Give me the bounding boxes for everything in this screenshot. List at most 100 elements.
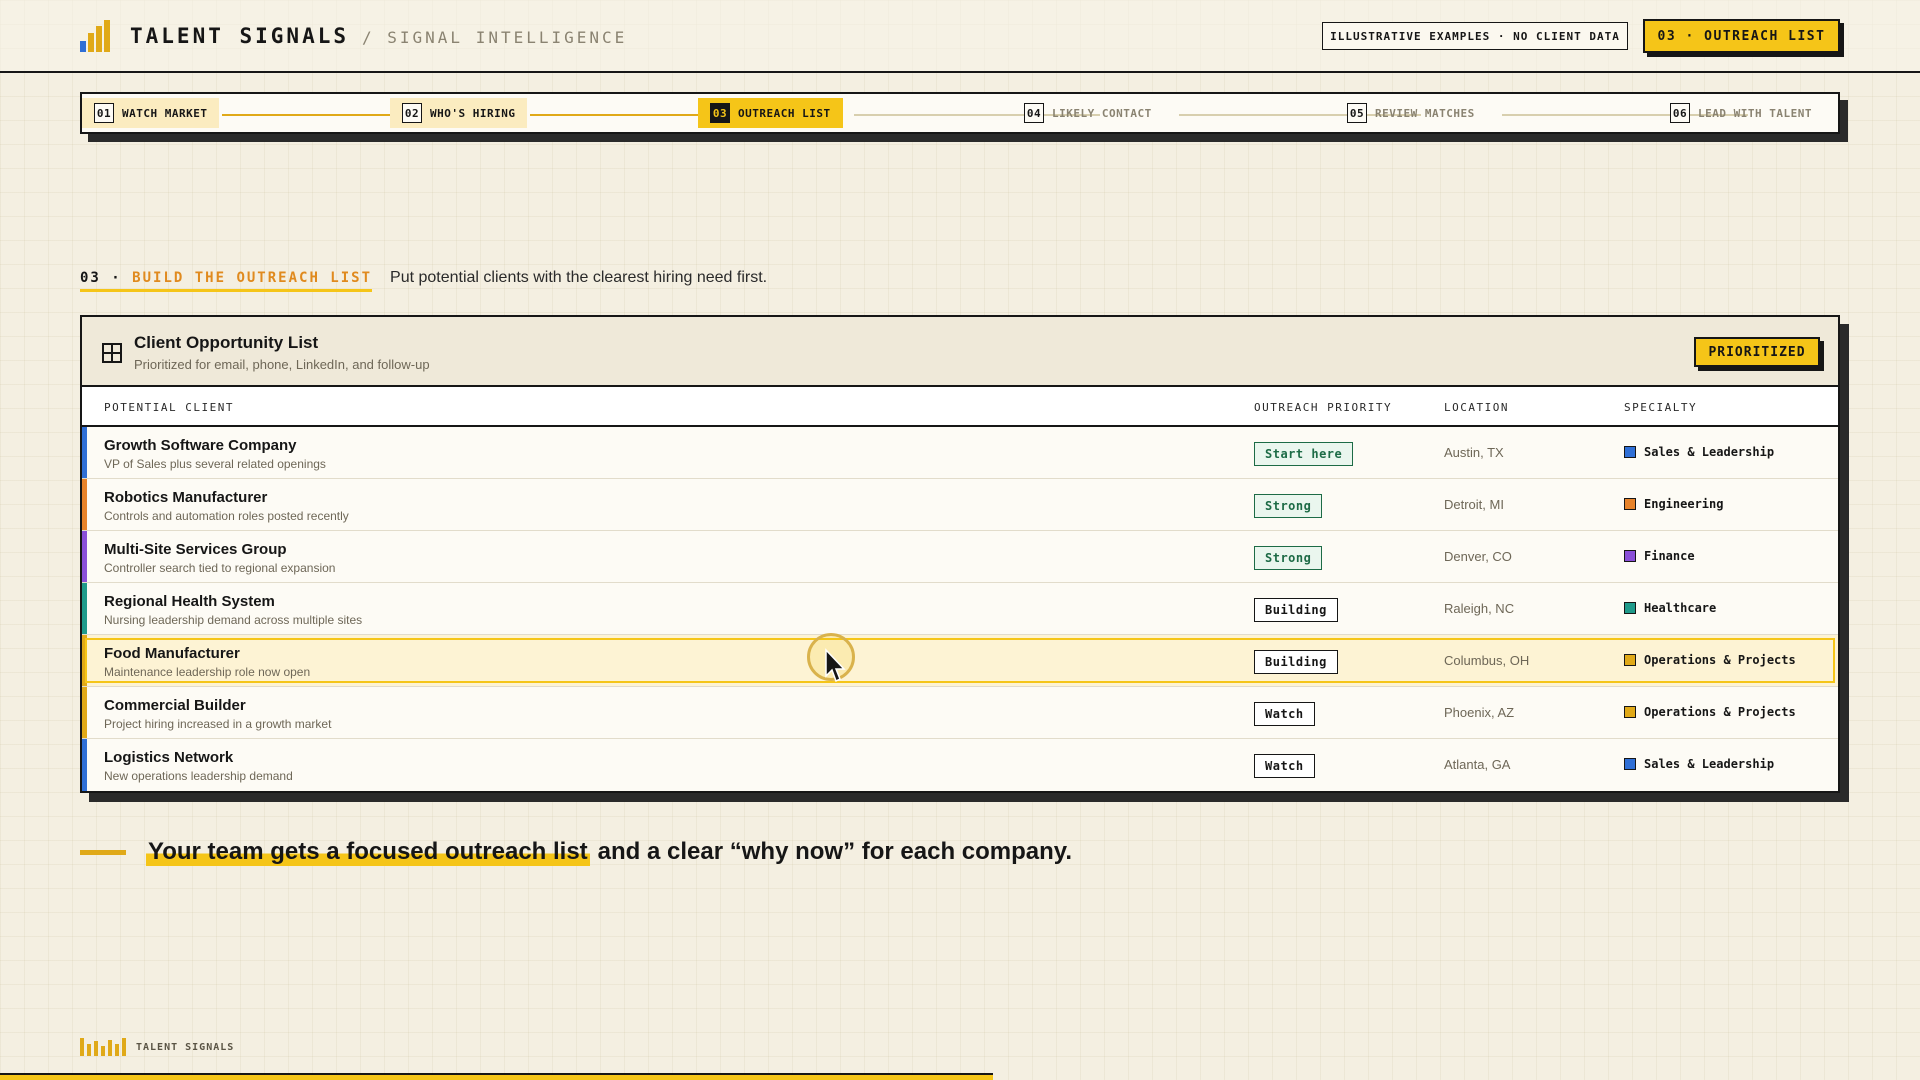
section-description: Put potential clients with the clearest … bbox=[390, 269, 768, 286]
disclaimer-badge: ILLUSTRATIVE EXAMPLES · NO CLIENT DATA bbox=[1322, 22, 1628, 50]
table-row[interactable]: Commercial Builder Project hiring increas… bbox=[82, 687, 1838, 739]
column-header-location[interactable]: LOCATION bbox=[1444, 401, 1509, 414]
section-index: 03 · bbox=[80, 270, 122, 286]
footer-brand: TALENT SIGNALS bbox=[80, 1038, 234, 1056]
client-note: Maintenance leadership role now open bbox=[104, 665, 311, 679]
section-tag: 03 · BUILD THE OUTREACH LIST bbox=[80, 270, 373, 292]
current-step-button[interactable]: 03 · OUTREACH LIST bbox=[1643, 19, 1840, 53]
brand-name: TALENT SIGNALS bbox=[130, 24, 350, 48]
table-row[interactable]: Food Manufacturer Maintenance leadership … bbox=[82, 635, 1838, 687]
priority-badge: Watch bbox=[1254, 702, 1315, 726]
page-progress-line bbox=[0, 1073, 993, 1080]
client-name: Food Manufacturer bbox=[104, 645, 240, 662]
specialty-swatch bbox=[1624, 706, 1636, 718]
client-location: Raleigh, NC bbox=[1444, 601, 1515, 616]
table-row[interactable]: Logistics Network New operations leadersh… bbox=[82, 739, 1838, 791]
specialty-swatch bbox=[1624, 446, 1636, 458]
row-color-bar bbox=[82, 427, 87, 478]
takeaway-text: and a clear “why now” for each company. bbox=[597, 838, 1073, 865]
specialty-tag: Operations & Projects bbox=[1624, 705, 1796, 719]
client-location: Detroit, MI bbox=[1444, 497, 1504, 512]
footer-logo-icon bbox=[80, 1038, 126, 1056]
step-label: WHO'S HIRING bbox=[430, 106, 516, 120]
step-likely-contact[interactable]: 04 LIKELY CONTACT bbox=[1012, 98, 1164, 128]
specialty-swatch bbox=[1624, 498, 1636, 510]
client-location: Columbus, OH bbox=[1444, 653, 1530, 668]
step-label: REVIEW MATCHES bbox=[1375, 106, 1475, 120]
column-header-priority[interactable]: OUTREACH PRIORITY bbox=[1254, 401, 1392, 414]
priority-badge: Start here bbox=[1254, 442, 1354, 466]
step-label: LEAD WITH TALENT bbox=[1698, 106, 1812, 120]
table-row[interactable]: Growth Software Company VP of Sales plus … bbox=[82, 427, 1838, 479]
priority-badge: Building bbox=[1254, 598, 1338, 622]
step-number: 06 bbox=[1670, 103, 1690, 123]
row-color-bar bbox=[82, 687, 87, 738]
specialty-label: Sales & Leadership bbox=[1644, 757, 1775, 771]
client-name: Regional Health System bbox=[104, 593, 275, 610]
row-color-bar bbox=[82, 531, 87, 582]
mouse-pointer-icon bbox=[825, 648, 846, 683]
client-opportunity-table: Client Opportunity List Prioritized for … bbox=[80, 315, 1840, 793]
takeaway-highlight: Your team gets a focused outreach list bbox=[146, 838, 590, 866]
section-title: BUILD THE OUTREACH LIST bbox=[132, 270, 373, 286]
priority-badge: Building bbox=[1254, 650, 1338, 674]
client-note: Project hiring increased in a growth mar… bbox=[104, 717, 332, 731]
specialty-tag: Engineering bbox=[1624, 497, 1723, 511]
client-name: Commercial Builder bbox=[104, 697, 246, 714]
table-row[interactable]: Multi-Site Services Group Controller sear… bbox=[82, 531, 1838, 583]
specialty-label: Operations & Projects bbox=[1644, 705, 1796, 719]
step-review-matches[interactable]: 05 REVIEW MATCHES bbox=[1335, 98, 1487, 128]
client-note: Controller search tied to regional expan… bbox=[104, 561, 336, 575]
step-lead-with-talent[interactable]: 06 LEAD WITH TALENT bbox=[1658, 98, 1824, 128]
table-header-panel: Client Opportunity List Prioritized for … bbox=[82, 317, 1838, 387]
table-title: Client Opportunity List bbox=[134, 333, 319, 352]
table-column-headers: POTENTIAL CLIENT OUTREACH PRIORITY LOCAT… bbox=[82, 387, 1838, 427]
row-color-bar bbox=[82, 739, 87, 791]
section-heading: 03 · BUILD THE OUTREACH LIST Put potenti… bbox=[80, 269, 768, 292]
takeaway-dash bbox=[80, 849, 126, 855]
step-whos-hiring[interactable]: 02 WHO'S HIRING bbox=[390, 98, 528, 128]
specialty-tag: Healthcare bbox=[1624, 601, 1716, 615]
specialty-label: Finance bbox=[1644, 549, 1695, 563]
priority-badge: Strong bbox=[1254, 494, 1323, 518]
brand-subtitle: / SIGNAL INTELLIGENCE bbox=[362, 28, 628, 47]
step-number: 03 bbox=[710, 103, 730, 123]
client-location: Phoenix, AZ bbox=[1444, 705, 1515, 720]
specialty-swatch bbox=[1624, 602, 1636, 614]
takeaway-line: Your team gets a focused outreach list a… bbox=[80, 838, 1072, 866]
specialty-tag: Finance bbox=[1624, 549, 1695, 563]
prioritized-badge[interactable]: PRIORITIZED bbox=[1694, 337, 1820, 367]
specialty-swatch bbox=[1624, 758, 1636, 770]
client-note: Controls and automation roles posted rec… bbox=[104, 509, 349, 523]
step-label: OUTREACH LIST bbox=[738, 106, 831, 120]
table-row[interactable]: Robotics Manufacturer Controls and automa… bbox=[82, 479, 1838, 531]
step-number: 05 bbox=[1347, 103, 1367, 123]
footer-brand-name: TALENT SIGNALS bbox=[136, 1041, 235, 1053]
specialty-label: Engineering bbox=[1644, 497, 1724, 511]
top-header: TALENT SIGNALS / SIGNAL INTELLIGENCE ILL… bbox=[0, 0, 1920, 73]
brand-logo-icon bbox=[80, 20, 110, 52]
step-number: 04 bbox=[1024, 103, 1044, 123]
client-note: VP of Sales plus several related opening… bbox=[104, 457, 326, 471]
client-location: Denver, CO bbox=[1444, 549, 1512, 564]
table-grid-icon bbox=[102, 343, 122, 363]
client-location: Austin, TX bbox=[1444, 445, 1504, 460]
specialty-swatch bbox=[1624, 654, 1636, 666]
step-watch-market[interactable]: 01 WATCH MARKET bbox=[82, 98, 220, 128]
specialty-label: Healthcare bbox=[1644, 601, 1717, 615]
step-outreach-list[interactable]: 03 OUTREACH LIST bbox=[698, 98, 843, 128]
column-header-specialty[interactable]: SPECIALTY bbox=[1624, 401, 1697, 414]
row-color-bar bbox=[82, 583, 87, 634]
table-row[interactable]: Regional Health System Nursing leadership… bbox=[82, 583, 1838, 635]
table-body: Growth Software Company VP of Sales plus … bbox=[82, 427, 1838, 791]
specialty-tag: Sales & Leadership bbox=[1624, 757, 1774, 771]
step-label: LIKELY CONTACT bbox=[1052, 106, 1152, 120]
client-note: Nursing leadership demand across multipl… bbox=[104, 613, 363, 627]
column-header-client[interactable]: POTENTIAL CLIENT bbox=[104, 401, 234, 414]
client-name: Robotics Manufacturer bbox=[104, 489, 268, 506]
row-color-bar bbox=[82, 479, 87, 530]
client-name: Multi-Site Services Group bbox=[104, 541, 287, 558]
step-label: WATCH MARKET bbox=[122, 106, 208, 120]
client-location: Atlanta, GA bbox=[1444, 757, 1511, 772]
specialty-swatch bbox=[1624, 550, 1636, 562]
